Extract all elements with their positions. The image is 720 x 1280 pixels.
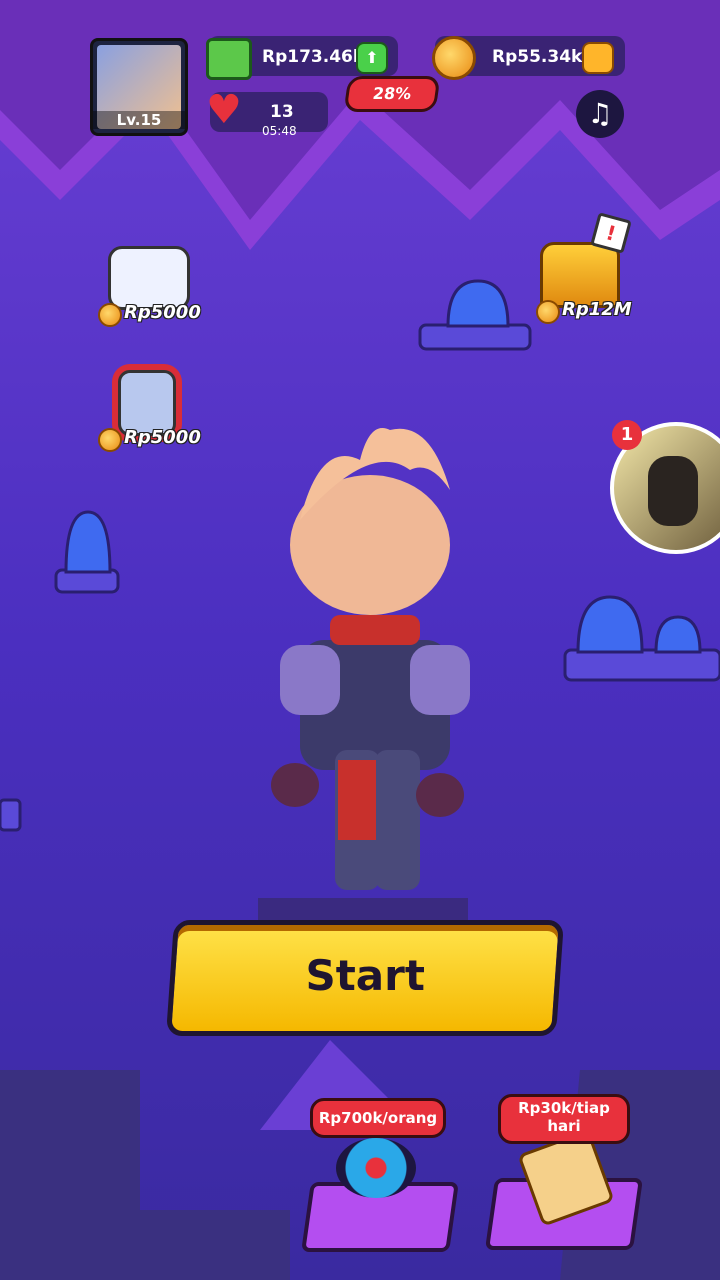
music-toggle-icon[interactable]: ♫ (576, 90, 624, 138)
fist-reward-price: Rp5000 (124, 427, 201, 448)
cash-amount: Rp173.46k (262, 47, 365, 67)
reward-coin-icon (98, 303, 122, 327)
notification-badge: 1 (612, 420, 642, 450)
coins-amount: Rp55.34k (492, 47, 583, 67)
game-reward-price: Rp5000 (124, 302, 201, 323)
gamepad-icon[interactable] (108, 246, 190, 310)
person-silhouette (648, 456, 698, 526)
reward-coin-icon (98, 428, 122, 452)
invite-reward-tag: Rp700k/orang (310, 1098, 446, 1138)
cash-upgrade-icon[interactable]: ⬆ (356, 42, 388, 74)
game-background (0, 0, 720, 1280)
lives-count: 13 (270, 102, 294, 122)
player-avatar-frame[interactable]: Lv.15 (90, 38, 188, 136)
start-button-label: Start (305, 951, 425, 1000)
megaphone-icon (336, 1138, 416, 1198)
chest-reward-price: Rp12M (562, 299, 632, 320)
heart-icon: ♥ (206, 87, 242, 133)
coin-icon (432, 36, 476, 80)
reward-coin-icon (536, 300, 560, 324)
player-level: Lv.15 (93, 111, 185, 129)
start-button[interactable]: Start (165, 920, 565, 1036)
wallet-icon[interactable] (582, 42, 614, 74)
daily-reward-tag: Rp30k/tiap hari (498, 1094, 630, 1144)
lives-timer: 05:48 (262, 124, 297, 138)
cash-icon (206, 38, 252, 80)
boost-percent-badge: 28% (343, 76, 441, 112)
